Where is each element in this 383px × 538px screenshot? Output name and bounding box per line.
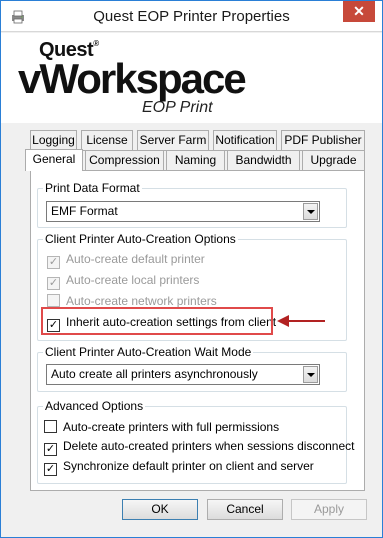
title-bar[interactable]: Quest EOP Printer Properties ✕ [1, 1, 382, 32]
tab-server-farm[interactable]: Server Farm [137, 130, 209, 151]
full-permissions-option[interactable]: Auto-create printers with full permissio… [44, 420, 279, 436]
logo-product: vWorkspace [18, 55, 247, 102]
auto-create-default-printer-checkbox[interactable]: ✓ [47, 256, 60, 269]
advanced-options-label: Advanced Options [43, 399, 146, 413]
tab-bandwidth[interactable]: Bandwidth [227, 150, 300, 171]
auto-create-default-printer-option[interactable]: ✓ Auto-create default printer [47, 252, 205, 269]
tab-naming[interactable]: Naming [166, 150, 225, 171]
auto-create-local-printers-checkbox[interactable]: ✓ [47, 277, 60, 290]
close-icon: ✕ [353, 3, 365, 19]
ok-button[interactable]: OK [122, 499, 198, 520]
synchronize-default-printer-checkbox[interactable]: ✓ [44, 463, 57, 476]
tab-pdf-publisher[interactable]: PDF Publisher [281, 130, 365, 151]
window-title: Quest EOP Printer Properties [93, 8, 290, 25]
full-permissions-checkbox[interactable] [44, 420, 57, 433]
cancel-button[interactable]: Cancel [207, 499, 283, 520]
logo-subtitle: EOP Print [142, 99, 213, 116]
apply-button[interactable]: Apply [291, 499, 367, 520]
print-data-format-label: Print Data Format [43, 181, 142, 195]
chevron-down-icon[interactable] [303, 203, 318, 220]
highlight-annotation-box [41, 307, 273, 335]
wait-mode-select[interactable]: Auto create all printers asynchronously [46, 364, 320, 385]
print-data-format-select[interactable]: EMF Format [46, 201, 320, 222]
tab-general[interactable]: General [25, 149, 83, 171]
product-logo: Quest® vWorkspace EOP Print [1, 33, 382, 123]
chevron-down-icon[interactable] [303, 366, 318, 383]
wait-mode-value: Auto create all printers asynchronously [51, 367, 258, 381]
wait-mode-label: Client Printer Auto-Creation Wait Mode [43, 345, 254, 359]
delete-on-disconnect-option[interactable]: ✓ Delete auto-created printers when sessi… [44, 439, 355, 456]
auto-create-local-printers-option[interactable]: ✓ Auto-create local printers [47, 273, 199, 290]
delete-on-disconnect-checkbox[interactable]: ✓ [44, 443, 57, 456]
auto-create-network-printers-checkbox[interactable] [47, 294, 60, 307]
close-button[interactable]: ✕ [343, 1, 375, 22]
tab-logging[interactable]: Logging [30, 130, 77, 151]
tab-license[interactable]: License [81, 130, 133, 151]
tab-upgrade[interactable]: Upgrade [302, 150, 365, 171]
tab-notification[interactable]: Notification [213, 130, 277, 151]
synchronize-default-printer-option[interactable]: ✓ Synchronize default printer on client a… [44, 459, 314, 476]
left-arrow-icon [277, 315, 325, 327]
auto-creation-options-label: Client Printer Auto-Creation Options [43, 232, 238, 246]
tab-compression[interactable]: Compression [85, 150, 164, 171]
properties-window: Quest EOP Printer Properties ✕ Quest® vW… [0, 0, 383, 538]
print-data-format-value: EMF Format [51, 204, 118, 218]
